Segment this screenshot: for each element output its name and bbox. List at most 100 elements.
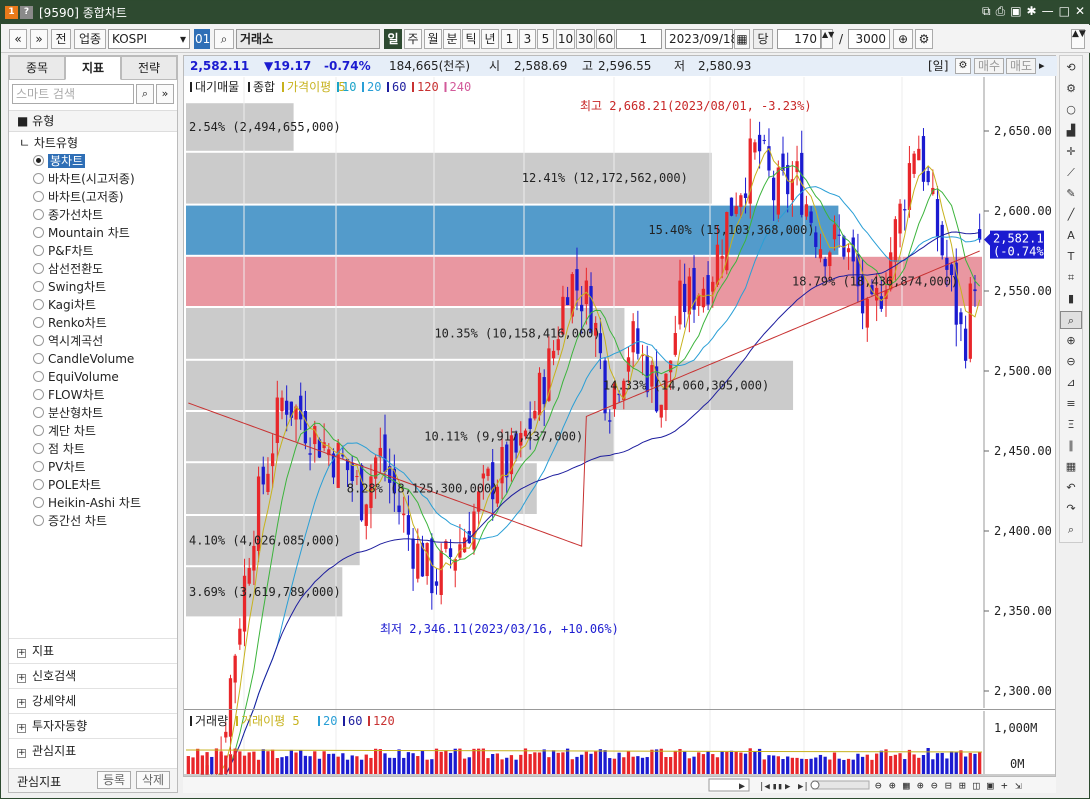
calendar-icon[interactable]: ▦ <box>734 29 750 49</box>
expand-icon[interactable]: + <box>17 749 26 758</box>
circle-icon[interactable]: ○ <box>1060 101 1082 119</box>
zoom-search-icon[interactable]: ⊕ <box>893 29 913 49</box>
exchange-field[interactable]: 거래소 <box>236 29 380 49</box>
chart-type-item[interactable]: 점 차트 <box>33 440 85 458</box>
timebar-icon-7[interactable]: ◫ <box>973 779 980 792</box>
nav-menu-button[interactable]: » <box>30 29 48 49</box>
left-tab-2[interactable]: 전략 <box>121 56 177 80</box>
chevron-double-down-icon[interactable]: » <box>156 84 174 104</box>
chart-type-item[interactable]: Mountain 차트 <box>33 224 130 242</box>
scroll-right-icon[interactable]: ▶ <box>739 781 745 792</box>
radio-icon[interactable] <box>33 389 44 400</box>
timebar-icon-10[interactable]: ⇲ <box>1015 779 1022 792</box>
chart-type-item[interactable]: PV차트 <box>33 458 86 476</box>
chart-type-item[interactable]: 삼선전환도 <box>33 260 103 278</box>
chart-type-item[interactable]: POLE차트 <box>33 476 101 494</box>
step-input[interactable]: 1 <box>616 29 662 49</box>
radio-icon[interactable] <box>33 317 44 328</box>
chart-icon[interactable]: ▟ <box>1060 122 1082 140</box>
radio-icon[interactable] <box>33 191 44 202</box>
period-tab-3[interactable]: 분 <box>443 29 461 49</box>
scroll-updown-icon[interactable]: ▲▼ <box>1071 29 1086 49</box>
period-tab-5[interactable]: 년 <box>481 29 499 49</box>
chart-area[interactable]: 2,582.11 ▼19.17 -0.74% 184,665(천주) 시 2,5… <box>183 55 1057 793</box>
timebar-icon-2[interactable]: ▦ <box>903 779 910 792</box>
jeon-button[interactable]: 전 <box>51 29 71 49</box>
left-section-4[interactable]: + 관심지표 <box>9 738 177 763</box>
chart-type-item[interactable]: 역시계곡선 <box>33 332 103 350</box>
chart-type-item[interactable]: 봉차트 <box>33 152 86 170</box>
link-icon[interactable]: ⧉ <box>982 4 991 19</box>
chart-type-item[interactable]: Kagi차트 <box>33 296 96 314</box>
sell-button[interactable]: 매도 <box>1006 58 1036 74</box>
line-tool-icon[interactable]: ⟋ <box>1060 164 1082 182</box>
timebar-icon-6[interactable]: ⊞ <box>959 779 966 792</box>
code-badge[interactable]: 01 <box>194 29 210 49</box>
chart-type-item[interactable]: 계단 차트 <box>33 422 96 440</box>
radio-icon[interactable] <box>33 155 44 166</box>
radio-icon[interactable] <box>33 371 44 382</box>
interval-button-10[interactable]: 10 <box>556 29 575 49</box>
search-icon[interactable]: ⌕ <box>136 84 154 104</box>
spin-updown-icon[interactable]: ▲▼ <box>821 29 834 49</box>
zoom-slider-thumb[interactable] <box>810 780 820 790</box>
interval-button-60[interactable]: 60 <box>596 29 615 49</box>
radio-icon[interactable] <box>33 479 44 490</box>
help-badge[interactable]: ? <box>20 6 33 19</box>
chart-type-item[interactable]: 증간선 차트 <box>33 512 107 530</box>
left-section-0[interactable]: + 지표 <box>9 638 177 663</box>
left-tab-0[interactable]: 종목 <box>9 56 65 80</box>
smart-search-input[interactable]: 스마트 검색 <box>12 84 134 104</box>
zigzag-icon[interactable]: Ξ <box>1060 416 1082 434</box>
expand-icon[interactable]: + <box>17 649 26 658</box>
crosshair-icon[interactable]: ✛ <box>1060 143 1082 161</box>
grid-icon[interactable]: ▦ <box>1060 458 1082 476</box>
radio-icon[interactable] <box>33 407 44 418</box>
left-section-1[interactable]: + 신호검색 <box>9 663 177 688</box>
measure-icon[interactable]: ⊿ <box>1060 374 1082 392</box>
left-section-3[interactable]: + 투자자동향 <box>9 713 177 738</box>
period-tab-4[interactable]: 틱 <box>462 29 480 49</box>
period-tab-2[interactable]: 월 <box>424 29 442 49</box>
date-input[interactable]: 2023/09/18 <box>665 29 738 49</box>
redo-icon[interactable]: ↷ <box>1060 500 1082 518</box>
chart-type-item[interactable]: P&F차트 <box>33 242 94 260</box>
nav-prev-button[interactable]: « <box>9 29 27 49</box>
radio-icon[interactable] <box>33 335 44 346</box>
pattern-icon[interactable]: ⌗ <box>1060 269 1082 287</box>
interval-button-5[interactable]: 5 <box>537 29 554 49</box>
timebar-icon-9[interactable]: + <box>1001 779 1008 792</box>
undo-icon[interactable]: ↶ <box>1060 479 1082 497</box>
save-icon[interactable]: ▣ <box>1010 4 1021 19</box>
playback-icon-2[interactable]: ▶ <box>785 782 791 792</box>
timebar-icon-4[interactable]: ⊖ <box>931 779 938 792</box>
count-input[interactable]: 170 <box>777 29 821 49</box>
radio-icon[interactable] <box>33 443 44 454</box>
zoom-in-icon[interactable]: ⊕ <box>1060 332 1082 350</box>
radio-icon[interactable] <box>33 461 44 472</box>
radio-icon[interactable] <box>33 425 44 436</box>
interval-button-3[interactable]: 3 <box>519 29 536 49</box>
playback-icon-0[interactable]: |◀ <box>759 782 770 792</box>
fibonacci-icon[interactable]: ≡ <box>1060 395 1082 413</box>
zoom-slider-track[interactable] <box>812 780 870 790</box>
radio-icon[interactable] <box>33 245 44 256</box>
search-icon[interactable]: ⌕ <box>1060 521 1082 539</box>
radio-icon[interactable] <box>33 299 44 310</box>
search-icon[interactable]: ⌕ <box>214 29 234 49</box>
tree-group-chart-type[interactable]: ㄴ 차트유형 <box>19 134 78 152</box>
print-icon[interactable]: ⎙ <box>996 4 1006 19</box>
text-icon[interactable]: T <box>1060 248 1082 266</box>
minimize-icon[interactable]: — <box>1042 4 1054 19</box>
collapse-icon[interactable]: ▸ <box>1039 56 1045 76</box>
radio-icon[interactable] <box>33 209 44 220</box>
delete-button[interactable]: 삭제 <box>136 771 170 789</box>
settings-icon[interactable]: ✱ <box>1027 4 1037 19</box>
zoom-icon[interactable]: ⌕ <box>1060 311 1082 329</box>
expand-icon[interactable]: + <box>17 674 26 683</box>
chart-type-item[interactable]: FLOW차트 <box>33 386 105 404</box>
auto-icon[interactable]: A <box>1060 227 1082 245</box>
refresh-icon[interactable]: ⟲ <box>1060 59 1082 77</box>
chart-type-item[interactable]: Renko차트 <box>33 314 107 332</box>
dang-button[interactable]: 당 <box>753 29 773 49</box>
